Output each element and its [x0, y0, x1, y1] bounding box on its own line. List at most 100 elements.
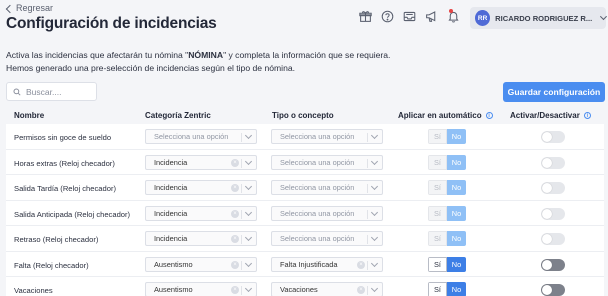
- column-active: Activar/Desactivar i: [510, 111, 591, 120]
- table-row: Salida Anticipada (Reloj checador) Incide…: [6, 201, 604, 226]
- auto-no-option[interactable]: No: [447, 282, 466, 296]
- clear-icon[interactable]: ×: [231, 286, 239, 294]
- column-category: Categoría Zentric: [145, 111, 211, 120]
- chevron-left-icon: [5, 4, 15, 13]
- chevron-down-icon: [244, 208, 253, 216]
- select-divider: [241, 260, 242, 270]
- category-value: Incidencia: [154, 183, 188, 192]
- auto-no-option[interactable]: No: [447, 256, 466, 272]
- chevron-down-icon: [370, 208, 379, 216]
- switch-knob: [542, 208, 552, 219]
- table-header: Nombre Categoría Zentric Tipo o concepto…: [0, 106, 608, 124]
- megaphone-icon[interactable]: [424, 9, 438, 23]
- auto-apply-toggle[interactable]: Sí No: [428, 129, 466, 144]
- activate-switch[interactable]: [541, 207, 565, 220]
- select-divider: [367, 209, 368, 219]
- incidence-name: Falta (Reloj checador): [14, 260, 89, 270]
- activate-switch[interactable]: [541, 156, 565, 169]
- auto-yes-option[interactable]: Sí: [428, 180, 447, 195]
- concept-select[interactable]: Selecciona una opción: [271, 205, 383, 221]
- notification-dot: [449, 9, 453, 13]
- switch-knob: [542, 132, 552, 142]
- gift-icon[interactable]: [358, 9, 372, 23]
- auto-no-option[interactable]: No: [447, 205, 466, 221]
- info-icon[interactable]: i: [485, 112, 493, 119]
- auto-no-option[interactable]: No: [447, 231, 466, 246]
- help-icon[interactable]: [380, 9, 394, 23]
- activate-switch[interactable]: [541, 284, 565, 296]
- select-divider: [241, 158, 242, 168]
- auto-apply-toggle[interactable]: Sí No: [428, 154, 466, 170]
- clear-icon[interactable]: ×: [231, 235, 239, 243]
- concept-value: Selecciona una opción: [280, 208, 355, 218]
- category-value: Incidencia: [154, 208, 188, 218]
- concept-select[interactable]: Falta Injustificada ×: [271, 256, 383, 272]
- auto-yes-option[interactable]: Sí: [428, 282, 447, 296]
- auto-apply-toggle[interactable]: Sí No: [428, 180, 466, 195]
- concept-select[interactable]: Selecciona una opción: [271, 154, 383, 170]
- table-row: Retraso (Reloj checador) Incidencia × Selec…: [6, 226, 604, 252]
- category-select[interactable]: Incidencia ×: [145, 231, 257, 246]
- auto-yes-option[interactable]: Sí: [428, 256, 447, 272]
- category-value: Ausentismo: [154, 259, 193, 269]
- avatar: RR: [475, 10, 491, 26]
- auto-no-option[interactable]: No: [447, 180, 466, 195]
- auto-yes-option[interactable]: Sí: [428, 154, 447, 170]
- auto-apply-toggle[interactable]: Sí No: [428, 256, 466, 272]
- select-divider: [241, 235, 242, 244]
- activate-switch[interactable]: [541, 258, 565, 271]
- category-select[interactable]: Incidencia ×: [145, 180, 257, 195]
- search-box[interactable]: [6, 82, 97, 101]
- chevron-down-icon: [370, 182, 379, 191]
- clear-icon[interactable]: ×: [231, 209, 239, 218]
- description: Activa las incidencias que afectarán tu …: [6, 50, 391, 73]
- activate-switch[interactable]: [541, 182, 565, 194]
- clear-icon[interactable]: ×: [231, 158, 239, 167]
- back-link[interactable]: Regresar: [5, 3, 53, 13]
- clear-icon[interactable]: ×: [231, 260, 239, 269]
- incidence-name: Salida Anticipada (Reloj checador): [14, 209, 131, 219]
- concept-select[interactable]: Selecciona una opción: [271, 231, 383, 246]
- clear-icon[interactable]: ×: [231, 184, 239, 192]
- category-select[interactable]: Incidencia ×: [145, 154, 257, 170]
- table-row: Salida Tardía (Reloj checador) Incidencia…: [6, 175, 604, 201]
- search-input[interactable]: [26, 86, 86, 97]
- concept-select[interactable]: Vacaciones ×: [271, 282, 383, 296]
- clear-icon[interactable]: ×: [357, 286, 365, 294]
- auto-yes-option[interactable]: Sí: [428, 205, 447, 221]
- concept-value: Selecciona una opción: [280, 157, 355, 167]
- auto-yes-option[interactable]: Sí: [428, 129, 447, 144]
- auto-no-option[interactable]: No: [447, 154, 466, 170]
- concept-value: Selecciona una opción: [280, 132, 355, 141]
- table-row: Vacaciones Ausentismo × Vacaciones × Sí No: [6, 277, 604, 296]
- chevron-down-icon: [370, 284, 379, 293]
- auto-apply-toggle[interactable]: Sí No: [428, 205, 466, 221]
- concept-value: Falta Injustificada: [280, 259, 338, 269]
- table-row: Falta (Reloj checador) Ausentismo × Falta I…: [6, 252, 604, 277]
- save-configuration-button[interactable]: Guardar configuración: [503, 82, 605, 102]
- inbox-icon[interactable]: [402, 9, 416, 23]
- column-concept: Tipo o concepto: [272, 111, 334, 120]
- category-select[interactable]: Ausentismo ×: [145, 256, 257, 272]
- table-row: Horas extras (Reloj checador) Incidencia ×…: [6, 150, 604, 175]
- auto-apply-toggle[interactable]: Sí No: [428, 282, 466, 296]
- info-icon[interactable]: i: [583, 112, 591, 119]
- switch-knob: [542, 285, 552, 295]
- user-menu[interactable]: RR RICARDO RODRIGUEZ R...: [470, 7, 608, 29]
- category-select[interactable]: Ausentismo ×: [145, 282, 257, 296]
- category-select[interactable]: Incidencia ×: [145, 205, 257, 221]
- incidence-name: Permisos sin goce de sueldo: [14, 133, 112, 142]
- select-divider: [367, 133, 368, 142]
- select-divider: [241, 184, 242, 193]
- auto-no-option[interactable]: No: [447, 129, 466, 144]
- auto-yes-option[interactable]: Sí: [428, 231, 447, 246]
- category-select[interactable]: Selecciona una opción: [145, 129, 257, 144]
- auto-apply-toggle[interactable]: Sí No: [428, 231, 466, 246]
- activate-switch[interactable]: [541, 233, 565, 245]
- concept-select[interactable]: Selecciona una opción: [271, 129, 383, 144]
- clear-icon[interactable]: ×: [357, 260, 365, 269]
- activate-switch[interactable]: [541, 131, 565, 143]
- search-icon: [13, 87, 21, 96]
- concept-select[interactable]: Selecciona una opción: [271, 180, 383, 195]
- chevron-down-icon: [244, 131, 253, 140]
